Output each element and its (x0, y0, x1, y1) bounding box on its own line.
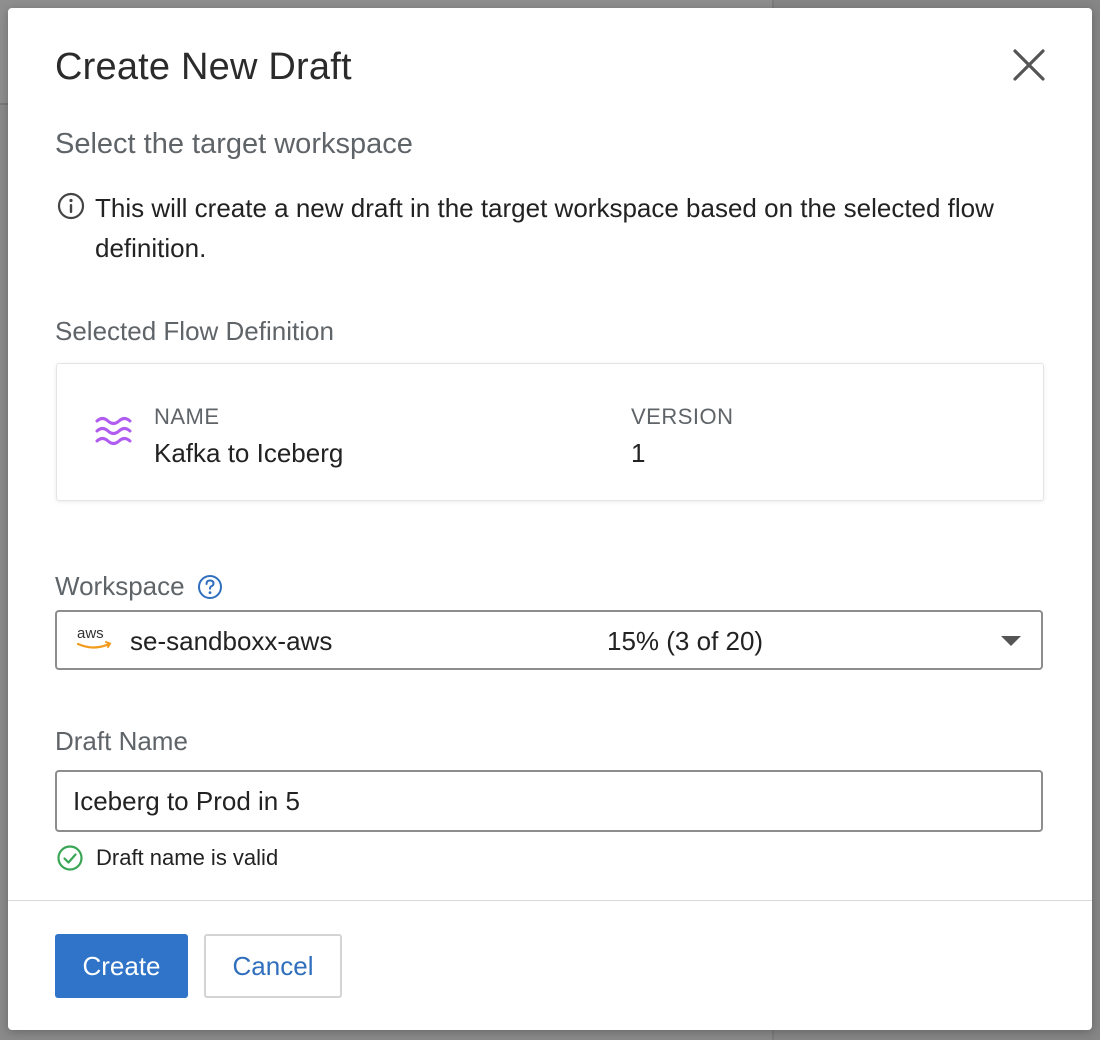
check-circle-icon (57, 845, 83, 871)
flow-definition-card: NAME Kafka to Iceberg VERSION 1 (56, 363, 1044, 501)
workspace-select[interactable]: aws se-sandboxx-aws 15% (3 of 20) (55, 610, 1043, 670)
flow-name-column: NAME Kafka to Iceberg (154, 404, 343, 469)
aws-logo-text: aws (77, 625, 104, 642)
draft-name-validation: Draft name is valid (56, 844, 278, 872)
flow-version-label: VERSION (631, 404, 734, 429)
workspace-label-row: Workspace (55, 571, 223, 602)
draft-name-input[interactable] (55, 770, 1043, 832)
info-text: This will create a new draft in the targ… (95, 193, 994, 263)
info-icon (57, 192, 85, 220)
workspace-usage: 15% (3 of 20) (607, 626, 764, 656)
create-button[interactable]: Create (55, 934, 188, 998)
chevron-down-icon (1001, 636, 1021, 646)
workspace-label: Workspace (55, 571, 185, 601)
close-button[interactable] (1008, 44, 1050, 86)
cancel-button[interactable]: Cancel (204, 934, 342, 998)
close-icon (1013, 49, 1045, 81)
modal-title: Create New Draft (55, 46, 352, 88)
aws-logo: aws (76, 625, 112, 649)
flow-name-label: NAME (154, 404, 220, 429)
flow-version-value: 1 (631, 438, 646, 468)
flow-definition-label: Selected Flow Definition (55, 316, 334, 346)
flow-name-value: Kafka to Iceberg (154, 438, 344, 468)
workspace-selected-value: se-sandboxx-aws (130, 626, 333, 656)
question-circle-icon[interactable] (197, 574, 223, 600)
waves-icon (95, 417, 132, 445)
create-draft-modal: Create New Draft Select the target works… (8, 8, 1092, 1030)
target-workspace-heading: Select the target workspace (55, 128, 413, 160)
draft-name-label: Draft Name (55, 726, 188, 756)
validation-text: Draft name is valid (96, 845, 279, 870)
flow-version-column: VERSION 1 (631, 404, 734, 469)
footer-divider (8, 900, 1092, 901)
